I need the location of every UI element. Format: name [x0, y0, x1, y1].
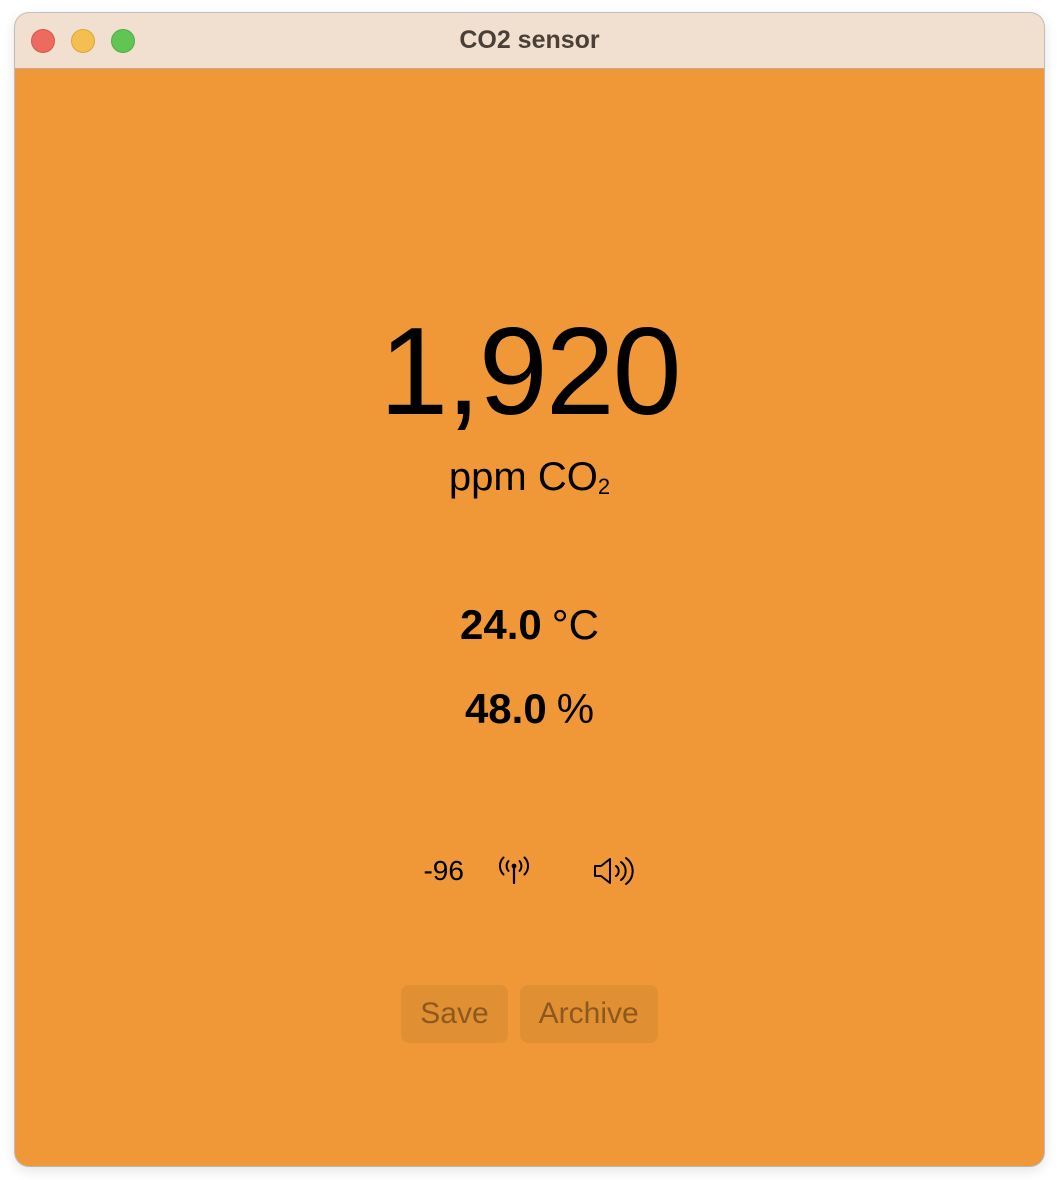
- humidity-unit: %: [556, 685, 595, 732]
- temperature-value: 24.0: [460, 601, 542, 648]
- temperature-reading: 24.0 °C: [15, 597, 1044, 653]
- humidity-reading: 48.0%: [15, 681, 1044, 737]
- window-title: CO2 sensor: [459, 26, 600, 54]
- co2-unit-label: ppm CO2: [15, 451, 1044, 513]
- save-button[interactable]: Save: [401, 985, 508, 1043]
- antenna-icon: [496, 856, 532, 886]
- co2-unit-subscript: 2: [597, 474, 611, 499]
- co2-unit-text: ppm CO: [448, 455, 598, 499]
- speaker-icon[interactable]: [592, 855, 636, 887]
- status-row: -96: [15, 853, 1044, 897]
- co2-reading: 1,920: [379, 303, 681, 441]
- action-buttons: Save Archive: [15, 985, 1044, 1043]
- signal-strength-value: -96: [423, 854, 464, 886]
- app-window: CO2 sensor 1,920 ppm CO2 24.0 °C 48.0% -9…: [15, 13, 1044, 1166]
- sensor-panel: 1,920 ppm CO2 24.0 °C 48.0% -96 Save Arc…: [15, 69, 1044, 1166]
- humidity-value: 48.0: [464, 685, 547, 732]
- title-bar: CO2 sensor: [15, 13, 1044, 69]
- archive-button[interactable]: Archive: [519, 985, 658, 1043]
- temperature-unit: °C: [551, 601, 599, 648]
